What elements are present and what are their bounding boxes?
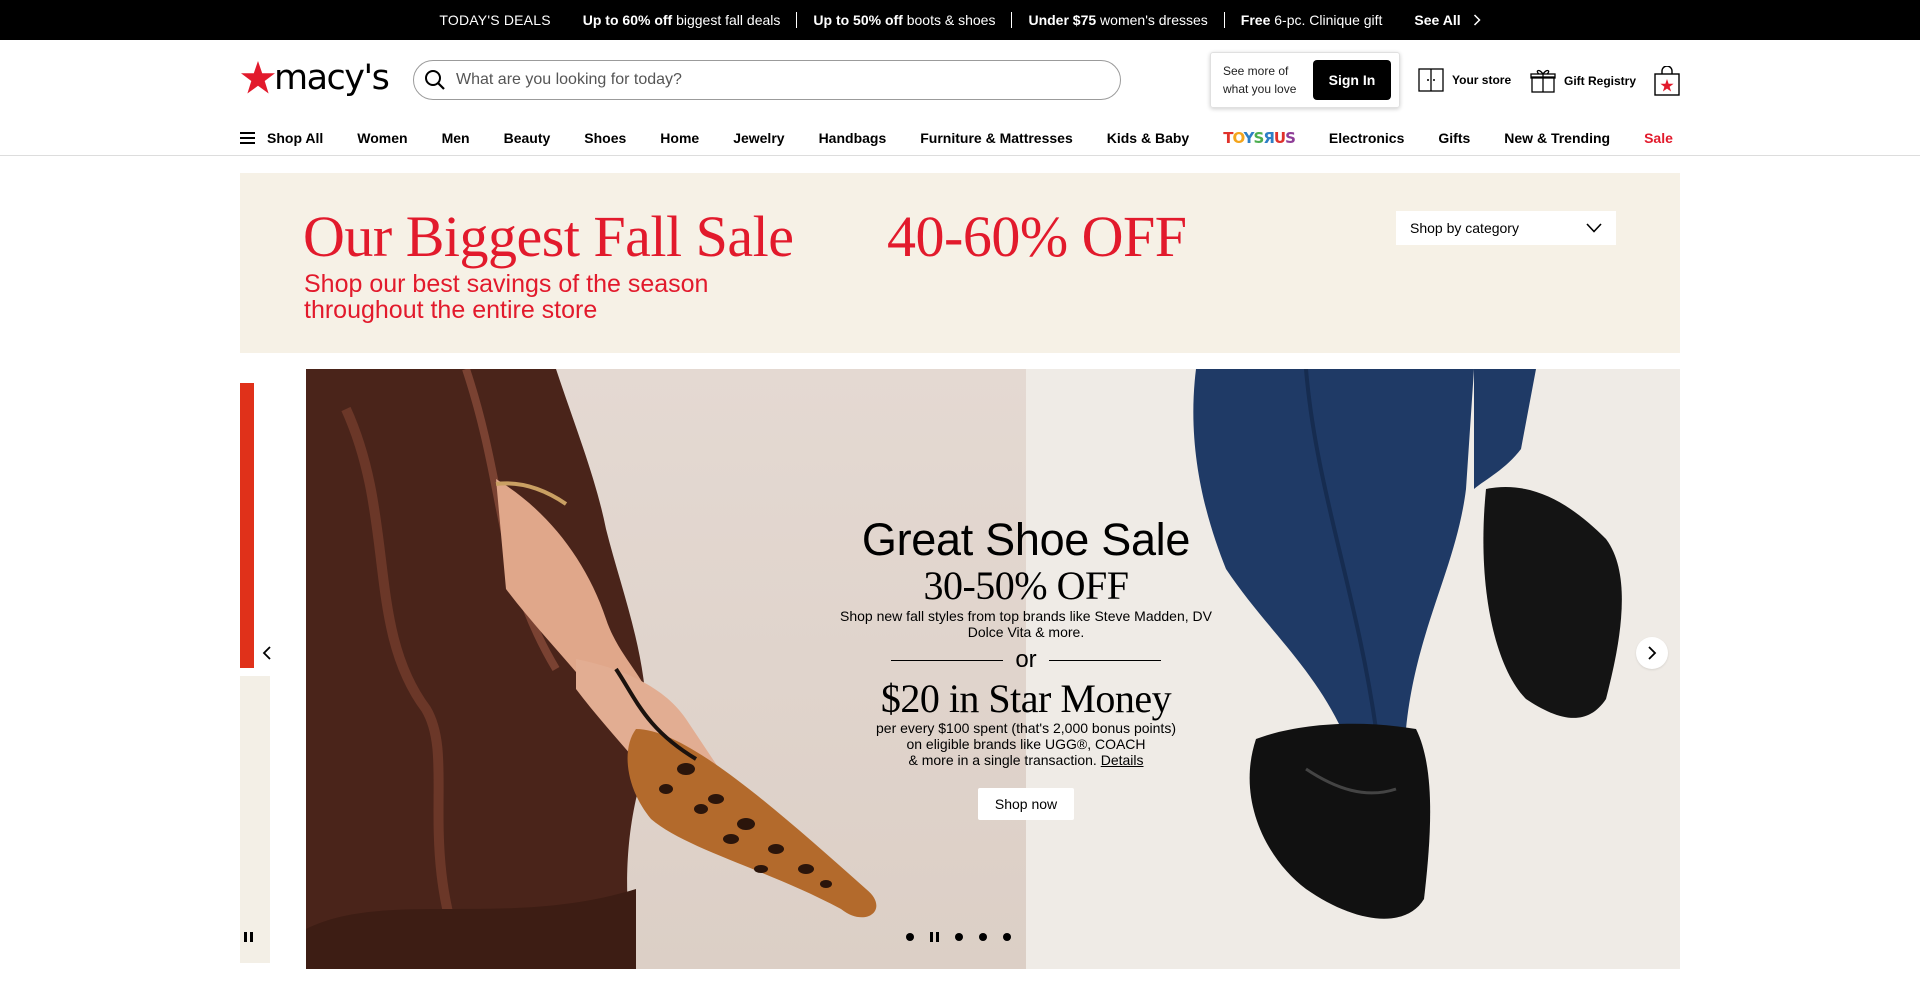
- pause-icon[interactable]: [244, 932, 253, 942]
- carousel-dot[interactable]: [979, 933, 987, 941]
- shop-by-category-dropdown[interactable]: Shop by category: [1396, 211, 1616, 245]
- carousel-dot[interactable]: [1003, 933, 1011, 941]
- shopping-bag-icon: [1654, 65, 1680, 96]
- hero-fine-print: per every $100 spent (that's 2,000 bonus…: [826, 720, 1226, 768]
- nav-item-shoes[interactable]: Shoes: [584, 130, 626, 146]
- carousel-pause-button[interactable]: [930, 932, 939, 942]
- gift-icon: [1530, 69, 1556, 93]
- nav-item-furniture[interactable]: Furniture & Mattresses: [920, 130, 1072, 146]
- deal-link-boots-shoes[interactable]: Up to 50% off boots & shoes: [797, 12, 1011, 28]
- search-icon: [425, 70, 445, 90]
- details-link[interactable]: Details: [1101, 752, 1144, 768]
- nav-item-home[interactable]: Home: [660, 130, 699, 146]
- hero-fine-print-line: & more in a single transaction.: [908, 752, 1101, 768]
- hero-discount: 30-50% OFF: [923, 563, 1129, 608]
- macys-logo[interactable]: macy's: [240, 58, 390, 98]
- hero-or-divider: or: [826, 646, 1226, 674]
- nav-item-beauty[interactable]: Beauty: [504, 130, 551, 146]
- signin-card: See more of what you love Sign In: [1210, 52, 1400, 108]
- search-bar[interactable]: [413, 60, 1121, 100]
- category-nav: Shop All Women Men Beauty Shoes Home Jew…: [0, 120, 1920, 156]
- your-store-label: Your store: [1452, 73, 1512, 87]
- carousel-prev-button[interactable]: [256, 639, 278, 667]
- gift-registry-link[interactable]: Gift Registry: [1530, 68, 1636, 94]
- nav-item-women[interactable]: Women: [357, 130, 407, 146]
- see-all-deals-link[interactable]: See All: [1398, 12, 1481, 28]
- todays-deals-bar: TODAY'S DEALS Up to 60% off biggest fall…: [0, 0, 1920, 40]
- see-all-label: See All: [1414, 12, 1461, 28]
- shop-now-button[interactable]: Shop now: [977, 788, 1075, 820]
- chevron-right-icon: [1473, 14, 1481, 26]
- fall-sale-banner[interactable]: Our Biggest Fall Sale 40-60% OFF Shop ou…: [240, 173, 1680, 353]
- nav-item-men[interactable]: Men: [442, 130, 470, 146]
- toys-r-us-logo: TOYSЯUS: [1223, 129, 1296, 147]
- previous-slide-peek: [240, 383, 270, 963]
- sale-banner-title: Our Biggest Fall Sale: [303, 204, 794, 269]
- menu-icon: [240, 132, 255, 144]
- nav-item-new-trending[interactable]: New & Trending: [1504, 130, 1610, 146]
- nav-shop-all[interactable]: Shop All: [240, 130, 323, 146]
- nav-shop-all-label: Shop All: [267, 130, 324, 146]
- hero-or-text: or: [1015, 646, 1037, 673]
- deal-link-clinique-gift[interactable]: Free 6-pc. Clinique gift: [1225, 12, 1399, 28]
- nav-item-sale[interactable]: Sale: [1644, 130, 1673, 146]
- hero-copy: Great Shoe Sale 30-50% OFF Shop new fall…: [826, 514, 1226, 820]
- shopping-bag-button[interactable]: [1654, 65, 1680, 101]
- star-icon: [241, 61, 275, 94]
- hero-fine-print-line: on eligible brands like UGG®, COACH: [906, 736, 1146, 752]
- chevron-down-icon: [1586, 223, 1602, 233]
- nav-item-electronics[interactable]: Electronics: [1329, 130, 1404, 146]
- carousel-dot[interactable]: [906, 933, 914, 941]
- nav-item-jewelry[interactable]: Jewelry: [733, 130, 784, 146]
- deal-link-fall-deals[interactable]: Up to 60% off biggest fall deals: [567, 12, 797, 28]
- hero-title: Great Shoe Sale: [861, 514, 1191, 565]
- signin-prompt: See more of what you love: [1223, 64, 1297, 96]
- hero-star-money: $20 in Star Money: [880, 676, 1172, 721]
- shop-by-category-label: Shop by category: [1410, 220, 1519, 236]
- chevron-right-icon: [1648, 646, 1657, 660]
- hero-description: Shop new fall styles from top brands lik…: [840, 608, 1212, 640]
- nav-item-kids-baby[interactable]: Kids & Baby: [1107, 130, 1189, 146]
- search-input[interactable]: [456, 71, 1056, 89]
- nav-item-gifts[interactable]: Gifts: [1438, 130, 1470, 146]
- chevron-left-icon: [262, 646, 271, 660]
- carousel-next-button[interactable]: [1636, 637, 1668, 669]
- nav-item-handbags[interactable]: Handbags: [819, 130, 887, 146]
- sign-in-button[interactable]: Sign In: [1313, 60, 1391, 100]
- carousel-dot[interactable]: [955, 933, 963, 941]
- site-header: macy's See more of what you love Sign In…: [0, 40, 1920, 120]
- hero-fine-print-line: per every $100 spent (that's 2,000 bonus…: [876, 720, 1176, 736]
- logo-wordmark: macy's: [274, 58, 390, 98]
- deal-link-dresses[interactable]: Under $75 women's dresses: [1012, 12, 1223, 28]
- nav-item-toys-r-us[interactable]: TOYSЯUS: [1223, 129, 1296, 147]
- sale-banner-discount: 40-60% OFF: [887, 204, 1187, 269]
- carousel-pagination: [906, 932, 1011, 942]
- your-store-link[interactable]: Your store: [1418, 68, 1511, 92]
- todays-deals-label[interactable]: TODAY'S DEALS: [439, 12, 566, 28]
- store-icon: [1418, 68, 1444, 92]
- hero-slide[interactable]: Great Shoe Sale 30-50% OFF Shop new fall…: [306, 369, 1680, 969]
- gift-registry-label: Gift Registry: [1564, 74, 1637, 88]
- sale-banner-subtitle: Shop our best savings of the season thro…: [304, 270, 709, 324]
